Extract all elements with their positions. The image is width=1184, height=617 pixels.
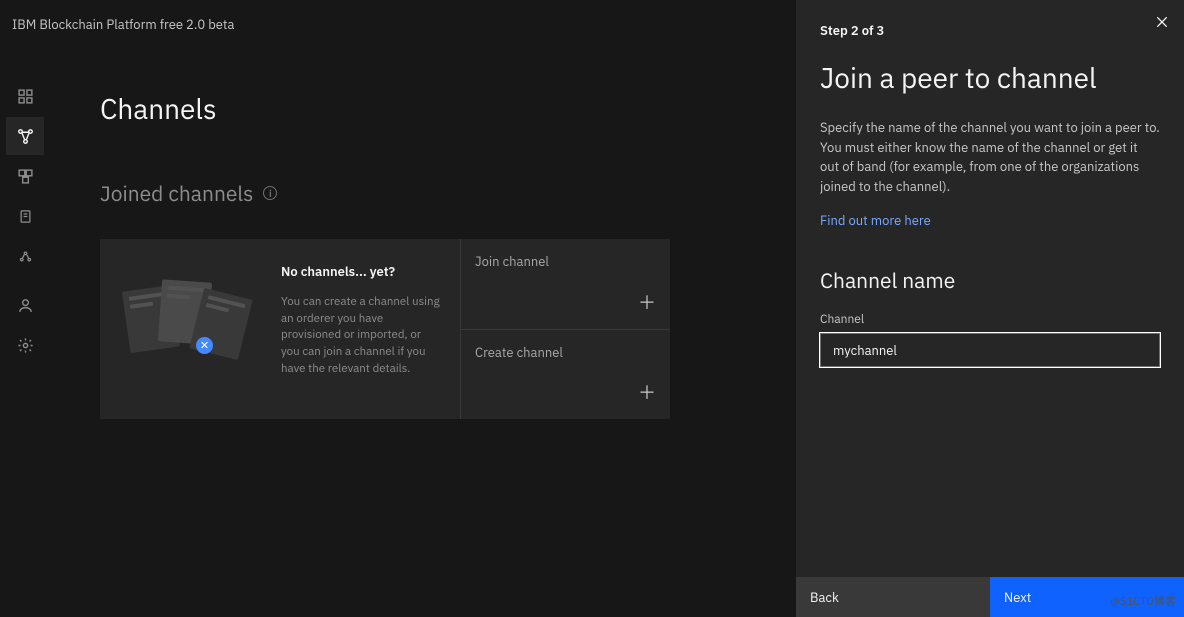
plus-icon: ＋ <box>638 289 656 315</box>
back-button[interactable]: Back <box>796 577 990 617</box>
panel-title: Join a peer to channel <box>820 59 1160 96</box>
empty-state-card: ✕ No channels... yet? You can create a c… <box>100 239 460 419</box>
panel-description: Specify the name of the channel you want… <box>820 118 1160 196</box>
panel-subtitle: Channel name <box>820 266 1160 294</box>
close-badge-icon: ✕ <box>196 337 213 354</box>
sidebar-nodes[interactable] <box>6 117 44 155</box>
document-icon <box>18 209 33 224</box>
join-channel-label: Join channel <box>475 253 656 270</box>
sidebar-dashboard[interactable] <box>6 77 44 115</box>
empty-state-desc: You can create a channel using an ordere… <box>281 294 442 377</box>
sidebar-divider <box>6 277 44 284</box>
section-title: Joined channels <box>100 179 253 207</box>
sidebar-settings[interactable] <box>6 326 44 364</box>
watermark: @51CTO博客 <box>1110 593 1176 609</box>
channel-name-input[interactable] <box>820 333 1160 367</box>
org-icon <box>18 249 33 264</box>
panel-body: Specify the name of the channel you want… <box>796 118 1184 577</box>
sidebar-smart-contracts[interactable] <box>6 197 44 235</box>
side-panel: Step 2 of 3 Join a peer to channel Speci… <box>796 0 1184 617</box>
sidebar-wallet[interactable] <box>6 237 44 275</box>
user-icon <box>17 297 34 314</box>
panel-header: Step 2 of 3 Join a peer to channel <box>796 0 1184 118</box>
action-cards: Join channel ＋ Create channel ＋ <box>460 239 670 419</box>
channels-illustration: ✕ <box>118 275 263 375</box>
empty-state-title: No channels... yet? <box>281 263 442 280</box>
find-out-more-link[interactable]: Find out more here <box>820 212 931 229</box>
empty-state-text: No channels... yet? You can create a cha… <box>281 263 442 395</box>
sidebar-user[interactable] <box>6 286 44 324</box>
step-indicator: Step 2 of 3 <box>820 22 1160 39</box>
blocks-icon <box>17 168 34 185</box>
close-icon <box>1154 14 1170 30</box>
nodes-icon <box>17 128 34 145</box>
plus-icon: ＋ <box>638 379 656 405</box>
info-icon[interactable]: i <box>263 186 277 200</box>
app-title: IBM Blockchain Platform free 2.0 beta <box>12 16 234 33</box>
channel-field-label: Channel <box>820 312 1160 327</box>
sidebar-nav <box>6 77 44 364</box>
close-button[interactable] <box>1150 10 1174 34</box>
gear-icon <box>17 337 34 354</box>
create-channel-label: Create channel <box>475 344 656 361</box>
create-channel-card[interactable]: Create channel ＋ <box>460 329 670 419</box>
sidebar-channels[interactable] <box>6 157 44 195</box>
join-channel-card[interactable]: Join channel ＋ <box>460 239 670 329</box>
grid-icon <box>17 88 34 105</box>
